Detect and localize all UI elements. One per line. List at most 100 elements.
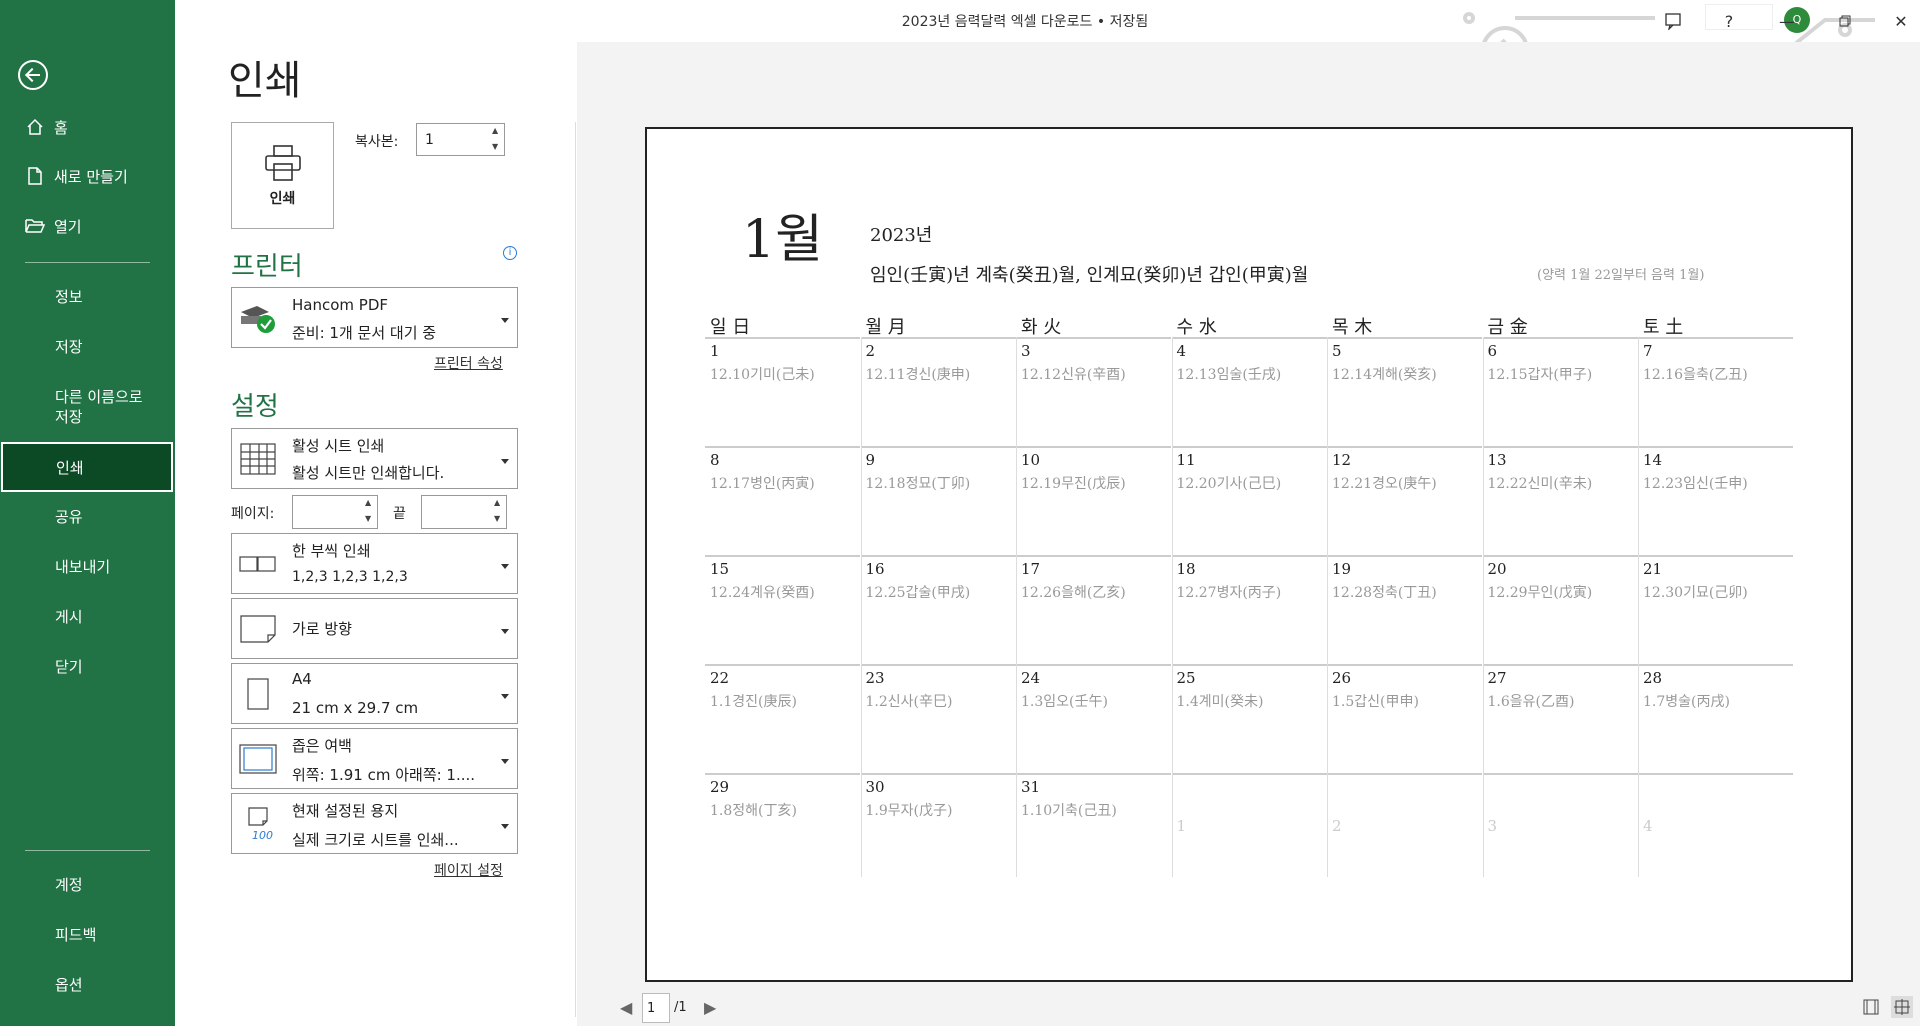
- calendar-day-number: 18: [1176, 560, 1196, 578]
- calendar-cell: 9 12.18정묘(丁卯): [860, 446, 1016, 554]
- close-icon[interactable]: ✕: [1887, 8, 1915, 34]
- show-margins-icon[interactable]: [1860, 996, 1882, 1018]
- spin-down-icon[interactable]: ▼: [365, 515, 373, 523]
- calendar-column-divider: [1327, 337, 1328, 877]
- printer-name: Hancom PDF: [292, 296, 389, 314]
- printer-dropdown[interactable]: Hancom PDF 준비: 1개 문서 대기 중: [231, 287, 518, 348]
- zoom-to-page-icon[interactable]: [1891, 996, 1913, 1018]
- calendar-cell: 12 12.21경오(庚午): [1327, 446, 1482, 554]
- calendar-day-number: 26: [1332, 669, 1352, 687]
- calendar-day-number: 13: [1487, 451, 1507, 469]
- sidebar-item-publish[interactable]: 게시: [0, 593, 175, 639]
- excel-backstage: 홈 새로 만들기 열기 정보 저장 다른 이름으로 저장 인쇄 공유 내보내기 …: [0, 0, 1920, 1026]
- prev-page-icon[interactable]: ◀: [620, 998, 632, 1017]
- sidebar-item-home[interactable]: 홈: [0, 104, 175, 150]
- sidebar-item-options[interactable]: 옵션: [0, 961, 175, 1007]
- portrait-page-icon: [238, 677, 278, 710]
- calendar-cell: 2: [1327, 773, 1482, 881]
- sidebar-item-label: 계정: [55, 875, 83, 894]
- calendar-cell: 31 1.10기축(己丑): [1016, 773, 1171, 881]
- calendar-lunar-date: 12.20기사(己巳): [1176, 476, 1282, 492]
- calendar-cell: 21 12.30기묘(己卯): [1638, 555, 1793, 663]
- calendar-cell: 15 12.24계유(癸酉): [705, 555, 860, 663]
- calendar-cell: 20 12.29무인(戊寅): [1482, 555, 1638, 663]
- printer-ready-icon: [238, 302, 278, 334]
- sidebar-item-label: 새로 만들기: [54, 167, 128, 186]
- sidebar-item-new[interactable]: 새로 만들기: [0, 153, 175, 199]
- calendar-day-number: 28: [1643, 669, 1663, 687]
- restore-icon[interactable]: [1831, 8, 1859, 34]
- spin-down-icon[interactable]: ▼: [494, 515, 502, 523]
- calendar-ganzhi: 임인(壬寅)년 계축(癸丑)월, 인계묘(癸卯)년 갑인(甲寅)월: [870, 265, 1309, 286]
- info-icon[interactable]: i: [503, 246, 517, 260]
- calendar-day-number: 4: [1176, 342, 1187, 360]
- spin-down-icon[interactable]: ▼: [492, 143, 500, 151]
- calendar-day-number: 19: [1332, 560, 1352, 578]
- help-icon[interactable]: ?: [1715, 8, 1743, 34]
- paper-size-dropdown[interactable]: A4 21 cm x 29.7 cm: [231, 663, 518, 724]
- spin-up-icon[interactable]: ▲: [492, 127, 500, 135]
- sidebar-item-account[interactable]: 계정: [0, 861, 175, 907]
- sidebar-item-export[interactable]: 내보내기: [0, 543, 175, 589]
- settings-heading: 설정: [231, 392, 279, 422]
- sidebar-divider: [25, 850, 150, 851]
- sheet-grid-icon: [238, 442, 278, 475]
- sidebar-item-feedback[interactable]: 피드백: [0, 911, 175, 957]
- print-button[interactable]: 인쇄: [231, 122, 334, 229]
- sidebar-item-save-as[interactable]: 다른 이름으로 저장: [0, 384, 175, 430]
- calendar-cell: 10 12.19무진(戊辰): [1016, 446, 1171, 554]
- page-range-row: 페이지: ▲ ▼ 끝 ▲ ▼: [231, 495, 521, 531]
- weekday-header: 화 火: [1021, 317, 1062, 338]
- margins-dropdown[interactable]: 좁은 여백 위쪽: 1.91 cm 아래쪽: 1....: [231, 728, 518, 789]
- calendar-lunar-date: 1.1경진(庚辰): [710, 694, 797, 710]
- copies-input[interactable]: 1 ▲ ▼: [416, 123, 505, 156]
- calendar-column-divider: [1482, 337, 1484, 877]
- calendar-note: (양력 1월 22일부터 음력 1월): [1537, 268, 1705, 283]
- calendar-lunar-date: 12.28정축(丁丑): [1332, 585, 1437, 601]
- calendar-lunar-date: 1.7병술(丙戌): [1643, 694, 1730, 710]
- sidebar-item-info[interactable]: 정보: [0, 273, 175, 319]
- spin-up-icon[interactable]: ▲: [365, 499, 373, 507]
- calendar-lunar-date: 12.30기묘(己卯): [1643, 585, 1748, 601]
- page-to-input[interactable]: ▲ ▼: [421, 495, 507, 529]
- calendar-lunar-date: 12.15갑자(甲子): [1487, 367, 1593, 383]
- back-arrow-icon[interactable]: [18, 60, 48, 90]
- calendar-lunar-date: 12.23임신(壬申): [1643, 476, 1748, 492]
- pages-label: 페이지:: [231, 506, 275, 522]
- sidebar-item-open[interactable]: 열기: [0, 203, 175, 249]
- calendar-cell: 24 1.3임오(壬午): [1016, 664, 1171, 772]
- next-page-icon[interactable]: ▶: [704, 998, 716, 1017]
- calendar-cell: 29 1.8정해(丁亥): [705, 773, 860, 881]
- calendar-lunar-date: 12.17병인(丙寅): [710, 476, 815, 492]
- sidebar-item-print[interactable]: 인쇄: [1, 442, 173, 492]
- calendar-day-number: 16: [865, 560, 885, 578]
- sidebar-item-save[interactable]: 저장: [0, 323, 175, 369]
- sidebar-item-share[interactable]: 공유: [0, 493, 175, 539]
- calendar-day-number: 6: [1487, 342, 1498, 360]
- calendar-cell: 4 12.13임술(壬戌): [1171, 337, 1327, 445]
- chevron-down-icon: [501, 458, 509, 464]
- chevron-down-icon: [501, 823, 509, 829]
- page-setup-link[interactable]: 페이지 설정: [434, 860, 503, 880]
- print-what-label: 활성 시트 인쇄: [292, 437, 385, 455]
- print-what-dropdown[interactable]: 활성 시트 인쇄 활성 시트만 인쇄합니다.: [231, 428, 518, 489]
- landscape-page-icon: [238, 614, 278, 643]
- printer-properties-link[interactable]: 프린터 속성: [434, 353, 503, 373]
- calendar-cell: 2 12.11경신(庚申): [860, 337, 1016, 445]
- sidebar-item-label: 내보내기: [55, 557, 111, 576]
- spin-up-icon[interactable]: ▲: [494, 499, 502, 507]
- calendar-column-divider: [1171, 337, 1173, 877]
- page-from-input[interactable]: ▲ ▼: [292, 495, 378, 529]
- sidebar-item-close[interactable]: 닫기: [0, 643, 175, 689]
- page-number-input[interactable]: 1: [642, 993, 670, 1023]
- coauthor-icon[interactable]: [1659, 8, 1687, 34]
- calendar-day-number: 22: [710, 669, 730, 687]
- calendar-day-number: 11: [1176, 451, 1196, 469]
- scaling-dropdown[interactable]: 100 현재 설정된 용지 실제 크기로 시트를 인쇄...: [231, 793, 518, 854]
- print-button-label: 인쇄: [269, 190, 296, 207]
- collate-dropdown[interactable]: 한 부씩 인쇄 1,2,3 1,2,3 1,2,3: [231, 533, 518, 594]
- orientation-dropdown[interactable]: 가로 방향: [231, 598, 518, 659]
- minimize-icon[interactable]: —: [1773, 8, 1801, 34]
- calendar-day-number: 2: [1332, 817, 1342, 835]
- calendar-cell: 19 12.28정축(丁丑): [1327, 555, 1482, 663]
